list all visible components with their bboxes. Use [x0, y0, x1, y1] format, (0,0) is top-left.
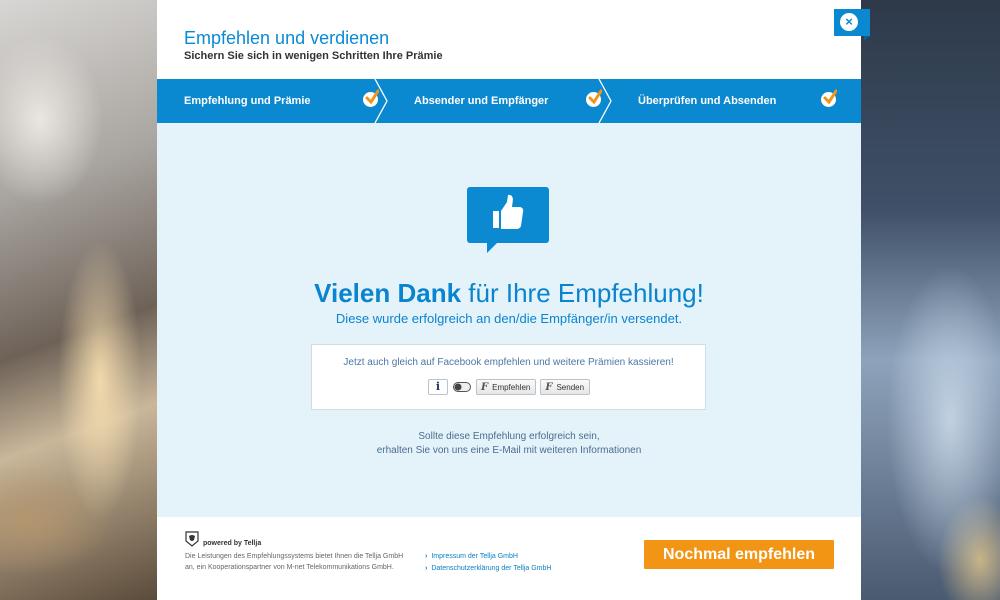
facebook-send-button[interactable]: F Senden [540, 379, 591, 395]
sent-message: Diese wurde erfolgreich an den/die Empfä… [335, 311, 683, 326]
powered-by: powered by Tellja [185, 530, 261, 547]
step-review-send[interactable]: Überprüfen und Absenden [611, 79, 861, 123]
facebook-icon: F [481, 381, 489, 393]
confirmation-panel: Vielen Dank für Ihre Empfehlung! Diese w… [157, 123, 861, 517]
step-separator-icon [598, 79, 612, 123]
facebook-like-button[interactable]: F Empfehlen [476, 379, 537, 395]
close-button[interactable]: × [834, 9, 870, 41]
step-label: Überprüfen und Absenden [638, 95, 777, 107]
thumbs-up-icon [467, 187, 549, 253]
step-separator-icon [374, 79, 388, 123]
close-icon: × [840, 13, 858, 31]
tellja-logo-icon [185, 530, 199, 547]
facebook-icon: F [545, 381, 553, 393]
modal-title: Empfehlen und verdienen [184, 28, 390, 48]
footer-links: › Impressum der Tellja GmbH › Datenschutze… [425, 551, 551, 575]
facebook-prompt: Jetzt auch gleich auf Facebook empfehlen… [343, 357, 674, 368]
modal-header: Empfehlen und verdienen Sichern Sie sich… [157, 0, 861, 78]
facebook-buttons: i F Empfehlen F Senden [428, 379, 591, 395]
impressum-link[interactable]: › Impressum der Tellja GmbH [425, 551, 551, 563]
info-button[interactable]: i [428, 379, 448, 395]
step-label: Absender und Empfänger [414, 95, 549, 107]
recommend-again-button[interactable]: Nochmal empfehlen [644, 540, 834, 569]
step-recommendation-reward[interactable]: Empfehlung und Prämie [157, 79, 388, 123]
privacy-link[interactable]: › Datenschutzerklärung der Tellja GmbH [425, 563, 551, 575]
privacy-toggle-icon[interactable] [453, 382, 471, 392]
facebook-share-box: Jetzt auch gleich auf Facebook empfehlen… [311, 344, 706, 410]
chevron-right-icon: › [425, 553, 428, 560]
email-notice: Sollte diese Empfehlung erfolgreich sein… [376, 431, 642, 456]
legal-text: Die Leistungen des Empfehlungssystems bi… [185, 553, 404, 571]
step-sender-recipient[interactable]: Absender und Empfänger [387, 79, 612, 123]
recommendation-modal: Empfehlen und verdienen Sichern Sie sich… [157, 0, 861, 600]
background-image-right [860, 0, 1000, 600]
modal-footer: powered by Tellja Die Leistungen des Emp… [157, 517, 861, 600]
step-progress-bar: Empfehlung und Prämie Absender und Empfä… [157, 79, 861, 123]
thank-you-headline: Vielen Dank für Ihre Empfehlung! [314, 278, 704, 308]
chevron-right-icon: › [425, 565, 428, 572]
step-label: Empfehlung und Prämie [184, 95, 311, 107]
check-icon [821, 89, 837, 107]
background-image-left [0, 0, 160, 600]
modal-subtitle: Sichern Sie sich in wenigen Schritten Ih… [184, 50, 443, 62]
